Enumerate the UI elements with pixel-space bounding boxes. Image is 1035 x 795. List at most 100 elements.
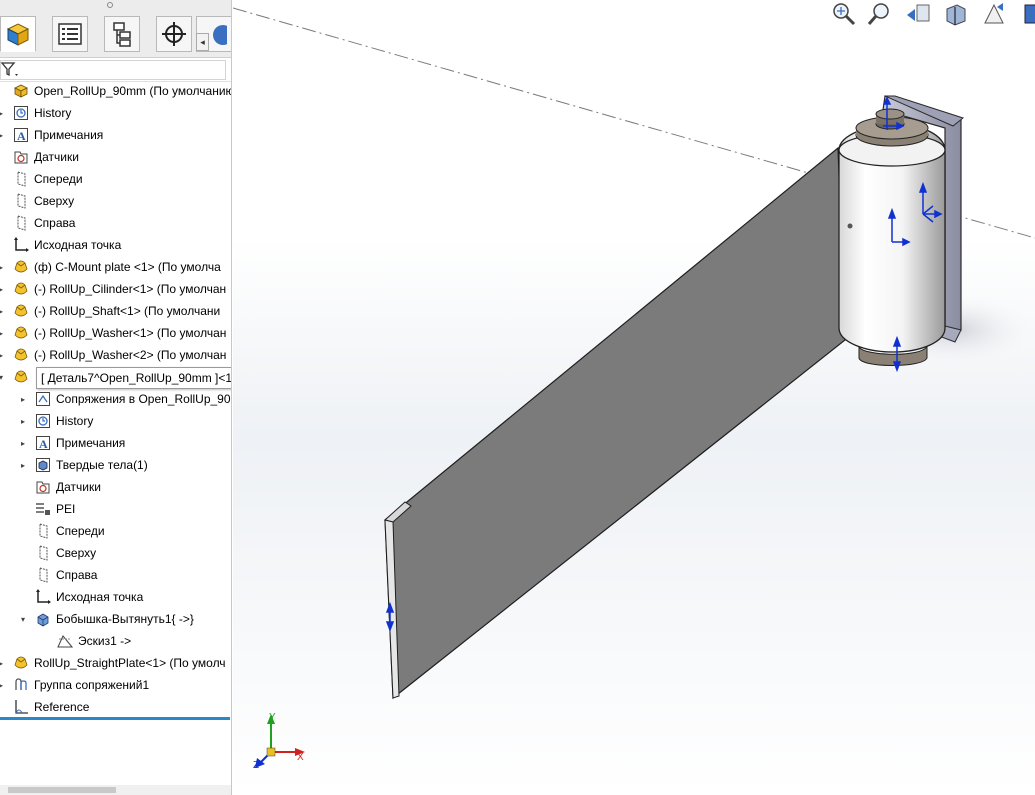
part-icon [12,346,30,364]
tree-item-label: Open_RollUp_90mm (По умолчанию<I [34,84,232,98]
tree-item[interactable]: ▸ (-) RollUp_Cilinder<1> (По умолчан [0,278,226,300]
origin-icon [34,588,52,606]
tree-item-label: Сверху [34,194,75,208]
sketch-icon [56,632,74,650]
tab-configuration-manager[interactable] [104,16,140,52]
tree-item[interactable]: ▸ History [0,102,71,124]
straight-plate[interactable] [383,146,846,700]
expand-arrow-icon[interactable]: ▸ [0,307,6,316]
expand-arrow-icon[interactable]: ▸ [0,659,6,668]
zoom-to-fit-icon[interactable] [829,0,859,28]
panel-grip-handle[interactable] [107,2,113,8]
triad-z-label: Z [253,760,259,771]
tree-item[interactable]: ▸ History [18,410,93,432]
tree-item[interactable]: PEI [18,498,75,520]
part-icon [12,324,30,342]
tree-item[interactable]: Исходная точка [0,234,121,256]
annotations-icon: A [12,126,30,144]
tree-item[interactable]: ▸ (ф) C-Mount plate <1> (По умолча [0,256,221,278]
scrollbar-thumb[interactable] [8,787,116,793]
tree-item-label: Датчики [34,150,79,164]
feature-manager-icon [6,23,30,46]
tree-item[interactable]: Датчики [18,476,101,498]
zoom-to-area-icon[interactable] [865,0,895,28]
panel-horizontal-scrollbar[interactable] [0,785,231,795]
part-icon [12,258,30,276]
tree-item[interactable]: Сверху [0,190,74,212]
expand-arrow-icon[interactable]: ▸ [18,461,28,470]
expand-arrow-icon[interactable]: ▸ [0,681,6,690]
expand-arrow-icon[interactable]: ▸ [18,439,28,448]
feature-manager-panel: ◂ Open_RollUp_90mm (По умолчанию<I ▸ Histo… [0,0,232,795]
tree-item[interactable]: ▸ Группа сопряжений1 [0,674,149,696]
tree-item[interactable]: Спереди [18,520,105,542]
tab-dimxpert-manager[interactable] [156,16,192,52]
tree-item[interactable]: Reference [0,696,89,718]
tree-item[interactable]: ▸ Сопряжения в Open_RollUp_90 [18,388,231,410]
part-icon [12,302,30,320]
tree-item[interactable]: Эскиз1 -> [40,630,131,652]
expand-arrow-icon[interactable]: ▸ [18,395,28,404]
assembly-icon [12,82,30,100]
plane-icon [34,522,52,540]
tree-item-label: History [34,106,72,120]
tree-item[interactable]: ▾ Бобышка-Вытянуть1{ ->} [18,608,194,630]
expand-arrow-icon[interactable]: ▸ [0,285,6,294]
tree-item-label: Reference [34,700,90,714]
view-orientation-icon[interactable] [1017,0,1035,28]
tree-item[interactable]: Справа [0,212,75,234]
sensors-icon [34,478,52,496]
expand-arrow-icon[interactable]: ▸ [18,417,28,426]
tree-item[interactable]: Справа [18,564,97,586]
tree-item[interactable]: ▸ RollUp_StraightPlate<1> (По умолч [0,652,226,674]
tree-item[interactable]: Сверху [18,542,96,564]
tree-item-label: (-) RollUp_Shaft<1> (По умолчани [34,304,221,318]
tree-item-label: PEI [56,502,76,516]
plane-icon [34,544,52,562]
part-icon [12,368,30,386]
solid-bodies-icon [34,456,52,474]
filter-icon[interactable] [0,60,20,80]
tree-item-label: (-) RollUp_Cilinder<1> (По умолчан [34,282,227,296]
annotations-icon: A [34,434,52,452]
tree-item[interactable]: ▸ (-) RollUp_Washer<2> (По умолчан [0,344,226,366]
tree-item-label: Справа [56,568,98,582]
tab-scroll-left-button[interactable]: ◂ [196,33,209,51]
tree-item[interactable]: ▸ A Примечания [0,124,103,146]
expand-arrow-icon[interactable]: ▸ [0,351,6,360]
tree-item[interactable]: Исходная точка [18,586,143,608]
tree-item-label: Примечания [56,436,126,450]
expand-arrow-icon[interactable]: ▸ [0,329,6,338]
tree-item[interactable]: Open_RollUp_90mm (По умолчанию<I [0,80,232,102]
tree-item-label: Справа [34,216,76,230]
origin-icon [12,236,30,254]
graphics-viewport[interactable]: Y X Z [233,0,1035,795]
tab-feature-manager[interactable] [0,16,36,52]
collapse-arrow-icon[interactable]: ▾ [0,373,6,382]
collapse-arrow-icon[interactable]: ▾ [18,615,28,624]
tab-property-manager[interactable] [52,16,88,52]
tree-item[interactable]: ▾ [0,366,34,388]
tree-item-label: Спереди [56,524,105,538]
tree-item[interactable]: ▸ Твердые тела(1) [18,454,148,476]
expand-arrow-icon[interactable]: ▸ [0,131,6,140]
tree-item-label: Спереди [34,172,83,186]
part-icon [12,654,30,672]
model-scene[interactable]: Y X Z [233,0,1035,795]
tree-item-label: (ф) C-Mount plate <1> (По умолча [34,260,221,274]
tree-item[interactable]: Датчики [0,146,79,168]
plane-icon [34,566,52,584]
tree-item[interactable]: ▸ A Примечания [18,432,125,454]
expand-arrow-icon[interactable]: ▸ [0,263,6,272]
tree-item[interactable]: Спереди [0,168,83,190]
expand-arrow-icon[interactable]: ▸ [0,109,6,118]
panel-tab-bar: ◂ [0,0,231,58]
section-view-icon[interactable] [941,0,971,28]
tree-item[interactable]: ▸ (-) RollUp_Shaft<1> (По умолчани [0,300,220,322]
tree-rollback-bar[interactable] [0,717,230,720]
configuration-manager-icon [113,22,131,47]
filter-box[interactable] [0,60,226,80]
dynamic-annotation-icon[interactable] [979,0,1009,28]
tree-item[interactable]: ▸ (-) RollUp_Washer<1> (По умолчан [0,322,226,344]
previous-view-icon[interactable] [903,0,933,28]
